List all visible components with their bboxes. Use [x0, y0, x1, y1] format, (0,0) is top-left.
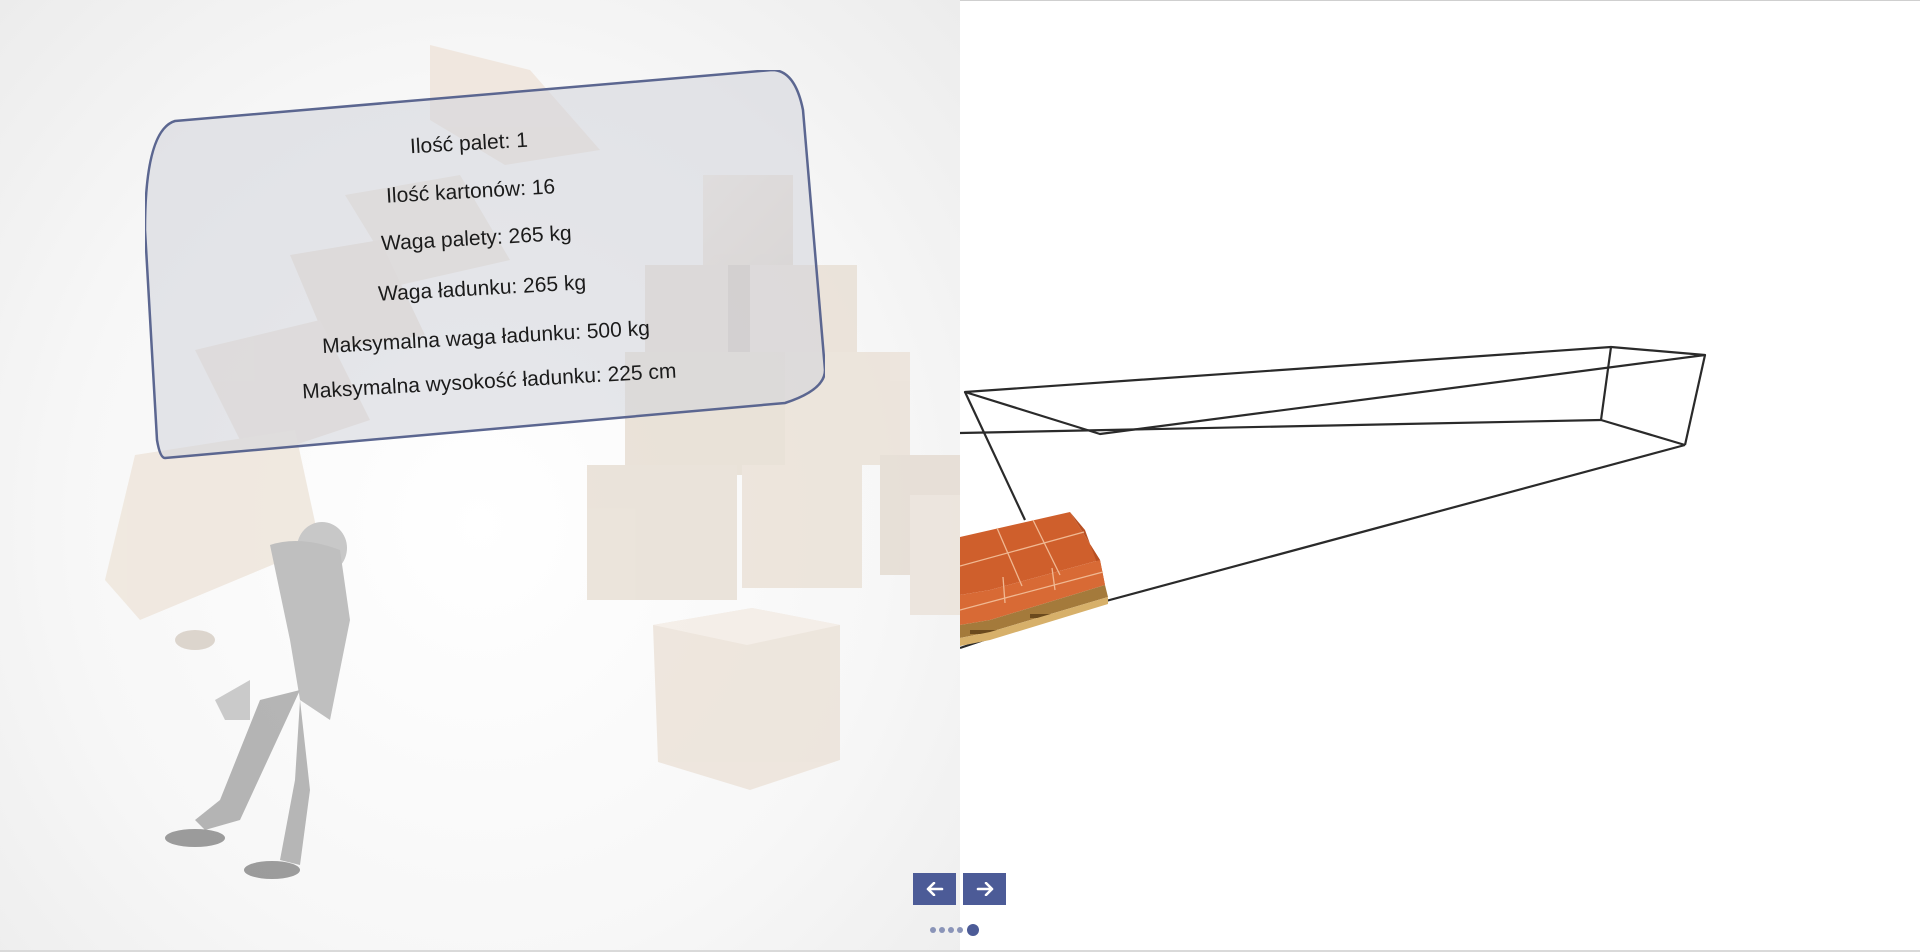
pallet-cargo — [960, 512, 1108, 646]
slide-dot-1[interactable] — [930, 927, 936, 933]
arrow-right-icon — [976, 882, 993, 896]
3d-viewer[interactable] — [960, 0, 1920, 950]
pallet-weight-text: Waga palety: 265 kg — [380, 221, 573, 256]
carton-count-text: Ilość kartonów: 16 — [385, 175, 556, 208]
load-weight-text: Waga ładunku: 265 kg — [377, 271, 587, 306]
arrow-left-icon — [926, 882, 943, 896]
max-load-height-text: Maksymalna wysokość ładunku: 225 cm — [301, 359, 677, 404]
prev-button[interactable] — [913, 873, 956, 905]
pallet-count-text: Ilość palet: 1 — [409, 128, 529, 159]
slide-dot-3[interactable] — [948, 927, 954, 933]
slide-dot-4[interactable] — [957, 927, 963, 933]
background-panel: Ilość palet: 1 Ilość kartonów: 16 Waga p… — [0, 0, 960, 952]
slide-dot-5-active[interactable] — [967, 924, 979, 936]
max-load-weight-text: Maksymalna waga ładunku: 500 kg — [321, 316, 651, 359]
slide-dot-2[interactable] — [939, 927, 945, 933]
cargo-info-card: Ilość palet: 1 Ilość kartonów: 16 Waga p… — [145, 70, 825, 460]
next-button[interactable] — [963, 873, 1006, 905]
trailer-wireframe — [960, 345, 1707, 650]
slide-indicator — [930, 923, 982, 937]
